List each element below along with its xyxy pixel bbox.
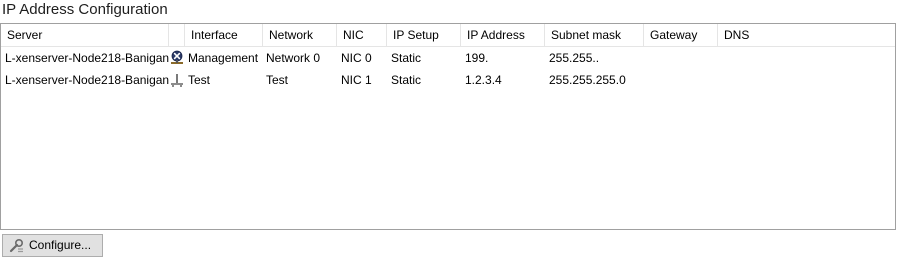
interface-cell: Management bbox=[188, 51, 259, 65]
server-cell: L-xenserver-Node218-Banigan bbox=[5, 73, 169, 87]
dns-cell bbox=[718, 47, 895, 69]
subnet-mask-cell: 255.255.. bbox=[549, 51, 600, 65]
network-cell: Test bbox=[266, 73, 289, 87]
column-header-dns[interactable]: DNS bbox=[718, 24, 895, 46]
server-cell: L-xenserver-Node218-Banigan bbox=[5, 51, 169, 65]
column-header-nic[interactable]: NIC bbox=[337, 24, 387, 46]
table-row[interactable]: L-xenserver-Node218-Banigan Management N… bbox=[1, 47, 895, 69]
network-cell: Network 0 bbox=[266, 51, 321, 65]
table-row[interactable]: L-xenserver-Node218-Banigan Test Test NI… bbox=[1, 69, 895, 91]
column-header-subnet-mask[interactable]: Subnet mask bbox=[545, 24, 644, 46]
configure-wrench-icon bbox=[9, 238, 24, 253]
management-interface-icon bbox=[171, 50, 183, 64]
column-header-interface[interactable]: Interface bbox=[185, 24, 263, 46]
ip-setup-cell: Static bbox=[391, 51, 422, 65]
nic-cell: NIC 1 bbox=[341, 73, 372, 87]
grid-header: Server Interface Network NIC IP Setup IP… bbox=[1, 24, 895, 47]
gateway-cell bbox=[644, 69, 718, 91]
nic-cell: NIC 0 bbox=[341, 51, 372, 65]
column-header-ip-address[interactable]: IP Address bbox=[461, 24, 545, 46]
subnet-mask-cell: 255.255.255.0 bbox=[549, 73, 626, 87]
column-header-network[interactable]: Network bbox=[263, 24, 337, 46]
gateway-cell bbox=[644, 47, 718, 69]
column-header-gateway[interactable]: Gateway bbox=[644, 24, 718, 46]
configure-button[interactable]: Configure... bbox=[2, 234, 103, 257]
interface-cell: Test bbox=[188, 73, 211, 87]
ip-setup-cell: Static bbox=[391, 73, 422, 87]
column-header-icon[interactable] bbox=[169, 24, 185, 46]
ip-address-cell: 199. bbox=[465, 51, 489, 65]
network-interface-icon bbox=[171, 74, 183, 87]
column-header-ip-setup[interactable]: IP Setup bbox=[387, 24, 461, 46]
dns-cell bbox=[718, 69, 895, 91]
ip-address-cell: 1.2.3.4 bbox=[465, 73, 502, 87]
panel-title: IP Address Configuration bbox=[2, 1, 168, 18]
column-header-server[interactable]: Server bbox=[1, 24, 169, 46]
ip-config-grid[interactable]: Server Interface Network NIC IP Setup IP… bbox=[0, 23, 896, 230]
configure-button-label: Configure... bbox=[29, 238, 92, 252]
